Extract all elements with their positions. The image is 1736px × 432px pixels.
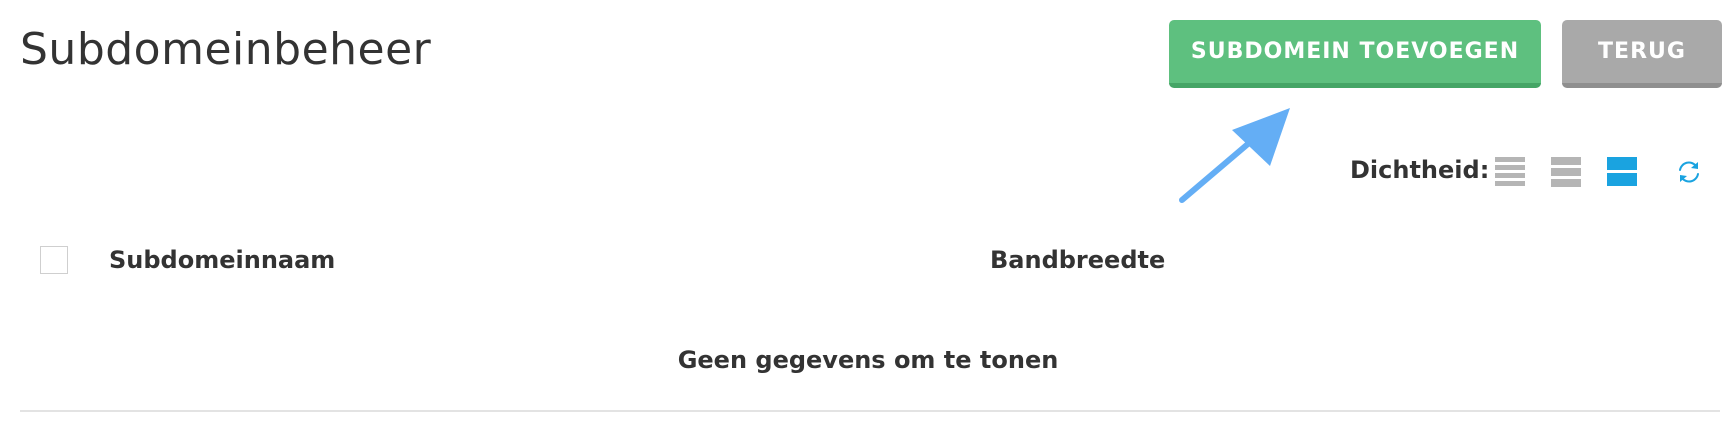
column-header-bandwidth[interactable]: Bandbreedte [990,246,1165,274]
add-subdomain-button[interactable]: SUBDOMEIN TOEVOEGEN [1169,20,1541,88]
density-label: Dichtheid: [1350,156,1490,184]
density-normal-icon[interactable] [1550,155,1582,189]
empty-table-message: Geen gegevens om te tonen [677,346,1059,374]
density-compact-icon[interactable] [1494,155,1526,189]
select-all-checkbox[interactable] [40,246,68,274]
refresh-icon[interactable] [1676,159,1702,185]
annotation-arrow-icon [1179,108,1290,203]
density-comfortable-icon[interactable] [1606,155,1638,189]
back-button[interactable]: TERUG [1562,20,1722,88]
page-title: Subdomeinbeheer [20,24,432,75]
column-header-subdomain-name[interactable]: Subdomeinnaam [109,246,335,274]
table-bottom-divider [20,410,1720,412]
